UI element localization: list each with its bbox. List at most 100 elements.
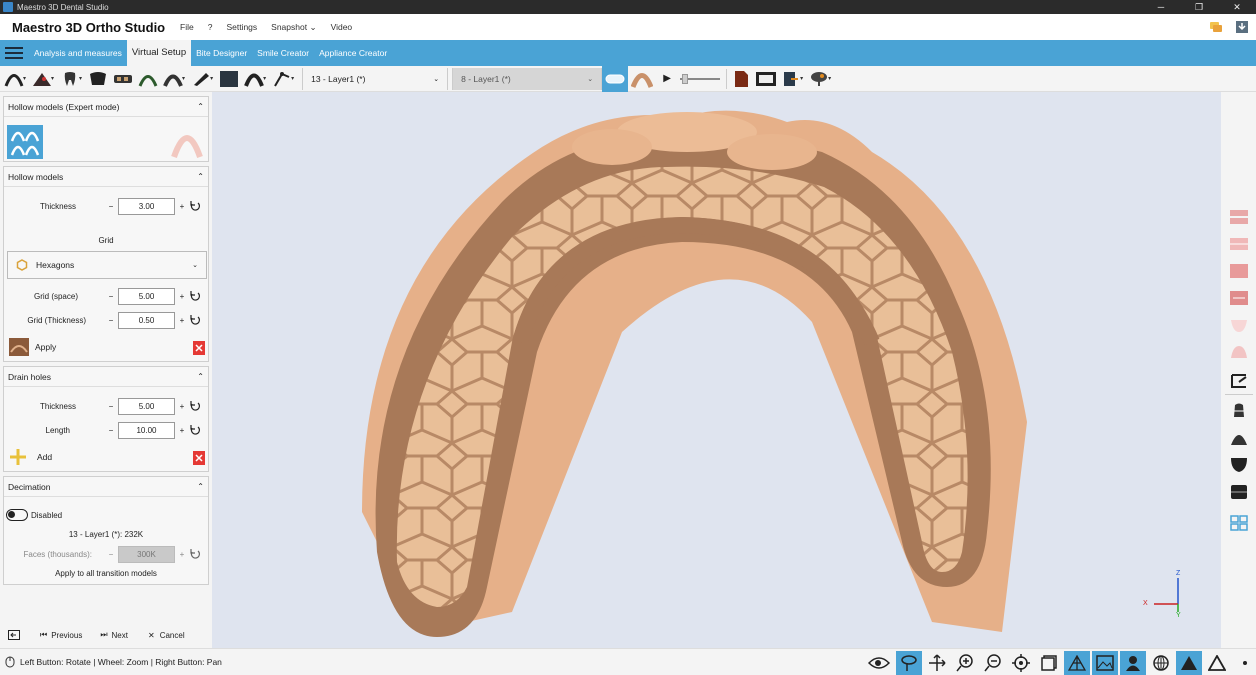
horseshoe-icon[interactable]	[243, 69, 265, 89]
jaws-left-icon[interactable]	[1229, 262, 1249, 280]
tab-virtual-setup[interactable]: Virtual Setup	[126, 40, 192, 66]
apply-button[interactable]: Apply	[9, 338, 56, 356]
reset-icon[interactable]	[189, 200, 201, 212]
upper-arch-icon[interactable]	[1229, 316, 1249, 334]
cancel-button[interactable]: ✕ Cancel	[148, 631, 185, 640]
menu-video[interactable]: Video	[331, 22, 353, 32]
increment-button[interactable]: +	[175, 426, 189, 435]
jaws-right-icon[interactable]	[1229, 289, 1249, 307]
model-view-icon[interactable]	[631, 69, 654, 89]
layer-select[interactable]: 13 - Layer1 (*) ⌄	[302, 67, 449, 90]
play-icon[interactable]: ▶	[656, 69, 678, 89]
tooth-icon[interactable]	[59, 69, 81, 89]
decrement-button[interactable]: −	[104, 402, 118, 411]
hamburger-menu-icon[interactable]	[5, 47, 23, 59]
exit-panel-icon[interactable]	[8, 630, 20, 640]
jaws-front-icon[interactable]	[1229, 235, 1249, 253]
pen-icon[interactable]	[190, 69, 212, 89]
grid-layout-icon[interactable]	[1229, 514, 1249, 532]
zoom-out-icon[interactable]	[980, 651, 1006, 675]
decrement-button[interactable]: −	[104, 202, 118, 211]
cut-plane-icon[interactable]	[1229, 372, 1249, 390]
apply-all-button[interactable]: Apply to all transition models	[4, 569, 208, 578]
user-view-icon[interactable]	[1120, 650, 1146, 675]
arch-icon[interactable]	[3, 69, 25, 89]
increment-button[interactable]: +	[175, 402, 189, 411]
tab-analysis[interactable]: Analysis and measures	[29, 40, 127, 66]
view-bottom-icon[interactable]	[1229, 429, 1249, 447]
compare-layer-select[interactable]: 8 - Layer1 (*) ⌄	[452, 67, 603, 90]
hollow-model-render[interactable]	[212, 92, 1221, 648]
maximize-button[interactable]: ❐	[1180, 2, 1218, 13]
download-icon[interactable]	[1236, 21, 1248, 33]
menu-file[interactable]: File	[180, 22, 194, 32]
menu-help[interactable]: ?	[208, 22, 213, 32]
thickness-input[interactable]: 3.00	[118, 197, 175, 215]
menu-settings[interactable]: Settings	[226, 22, 257, 32]
slider-handle[interactable]	[682, 73, 689, 84]
decrement-button[interactable]: −	[104, 426, 118, 435]
tab-smile-creator[interactable]: Smile Creator	[252, 40, 314, 66]
share-icon[interactable]	[808, 69, 830, 89]
grid-type-dropdown[interactable]: Hexagons ⌄	[7, 251, 207, 279]
lower-arch-icon[interactable]	[1229, 344, 1249, 362]
triangle-outline-icon[interactable]	[1204, 651, 1230, 675]
decrement-button[interactable]: −	[104, 292, 118, 301]
point-icon[interactable]	[1232, 651, 1256, 675]
hollow-model-icon[interactable]	[7, 125, 43, 159]
wireframe-icon[interactable]	[1064, 650, 1090, 675]
jaws-open-icon[interactable]	[1229, 208, 1249, 226]
drain-thickness-input[interactable]: 5.00	[118, 397, 175, 415]
solid-shading-icon[interactable]	[1176, 650, 1202, 675]
previous-button[interactable]: ⏮ Previous	[40, 630, 82, 640]
decimation-header[interactable]: Decimation ⌃	[4, 477, 208, 497]
attachment-icon[interactable]	[112, 69, 134, 89]
3d-viewport[interactable]: Z X Y	[212, 92, 1221, 648]
texture-icon[interactable]	[1092, 650, 1118, 675]
minimize-button[interactable]: ─	[1142, 2, 1180, 13]
increment-button[interactable]: +	[175, 202, 189, 211]
wire-icon[interactable]	[137, 69, 159, 89]
drain-length-input[interactable]: 10.00	[118, 421, 175, 439]
timeline-slider[interactable]	[680, 73, 721, 84]
toggle-switch[interactable]	[6, 509, 28, 521]
pan-icon[interactable]	[924, 651, 950, 675]
close-button[interactable]: ✕	[1218, 2, 1256, 13]
reset-icon[interactable]	[189, 290, 201, 302]
gum-icon[interactable]	[31, 69, 53, 89]
tab-bite-designer[interactable]: Bite Designer	[191, 40, 252, 66]
rotate-icon[interactable]	[896, 650, 922, 675]
target-icon[interactable]	[1008, 651, 1034, 675]
grid-space-input[interactable]: 5.00	[118, 287, 175, 305]
chat-icon[interactable]	[1210, 21, 1222, 33]
increment-button[interactable]: +	[175, 316, 189, 325]
increment-button[interactable]: +	[175, 292, 189, 301]
chevron-up-icon[interactable]: ⌃	[197, 172, 204, 181]
view-front-icon[interactable]	[1229, 456, 1249, 474]
brackets-icon[interactable]	[87, 69, 109, 89]
drain-holes-header[interactable]: Drain holes ⌃	[4, 367, 208, 387]
tab-appliance-creator[interactable]: Appliance Creator	[314, 40, 392, 66]
trash-icon[interactable]	[193, 449, 205, 465]
chevron-up-icon[interactable]: ⌃	[197, 102, 204, 111]
chevron-up-icon[interactable]: ⌃	[197, 372, 204, 381]
reset-icon[interactable]	[189, 314, 201, 326]
reset-icon[interactable]	[189, 424, 201, 436]
film-icon[interactable]	[755, 69, 777, 89]
overlay-toggle-icon[interactable]	[602, 65, 629, 92]
chevron-up-icon[interactable]: ⌃	[197, 482, 204, 491]
menu-snapshot[interactable]: Snapshot ⌄	[271, 22, 316, 33]
reset-icon[interactable]	[189, 400, 201, 412]
hollow-expert-header[interactable]: Hollow models (Expert mode) ⌃	[4, 97, 208, 117]
export-icon[interactable]	[780, 69, 802, 89]
grid-thickness-input[interactable]: 0.50	[118, 311, 175, 329]
document-icon[interactable]	[730, 69, 752, 89]
next-button[interactable]: ⏭ Next	[100, 630, 128, 640]
decrement-button[interactable]: −	[104, 316, 118, 325]
aligner-icon[interactable]	[162, 69, 184, 89]
zoom-in-icon[interactable]	[952, 651, 978, 675]
window-icon[interactable]	[1036, 651, 1062, 675]
base-icon[interactable]	[218, 69, 240, 89]
globe-icon[interactable]	[1148, 651, 1174, 675]
hollow-models-header[interactable]: Hollow models ⌃	[4, 167, 208, 187]
